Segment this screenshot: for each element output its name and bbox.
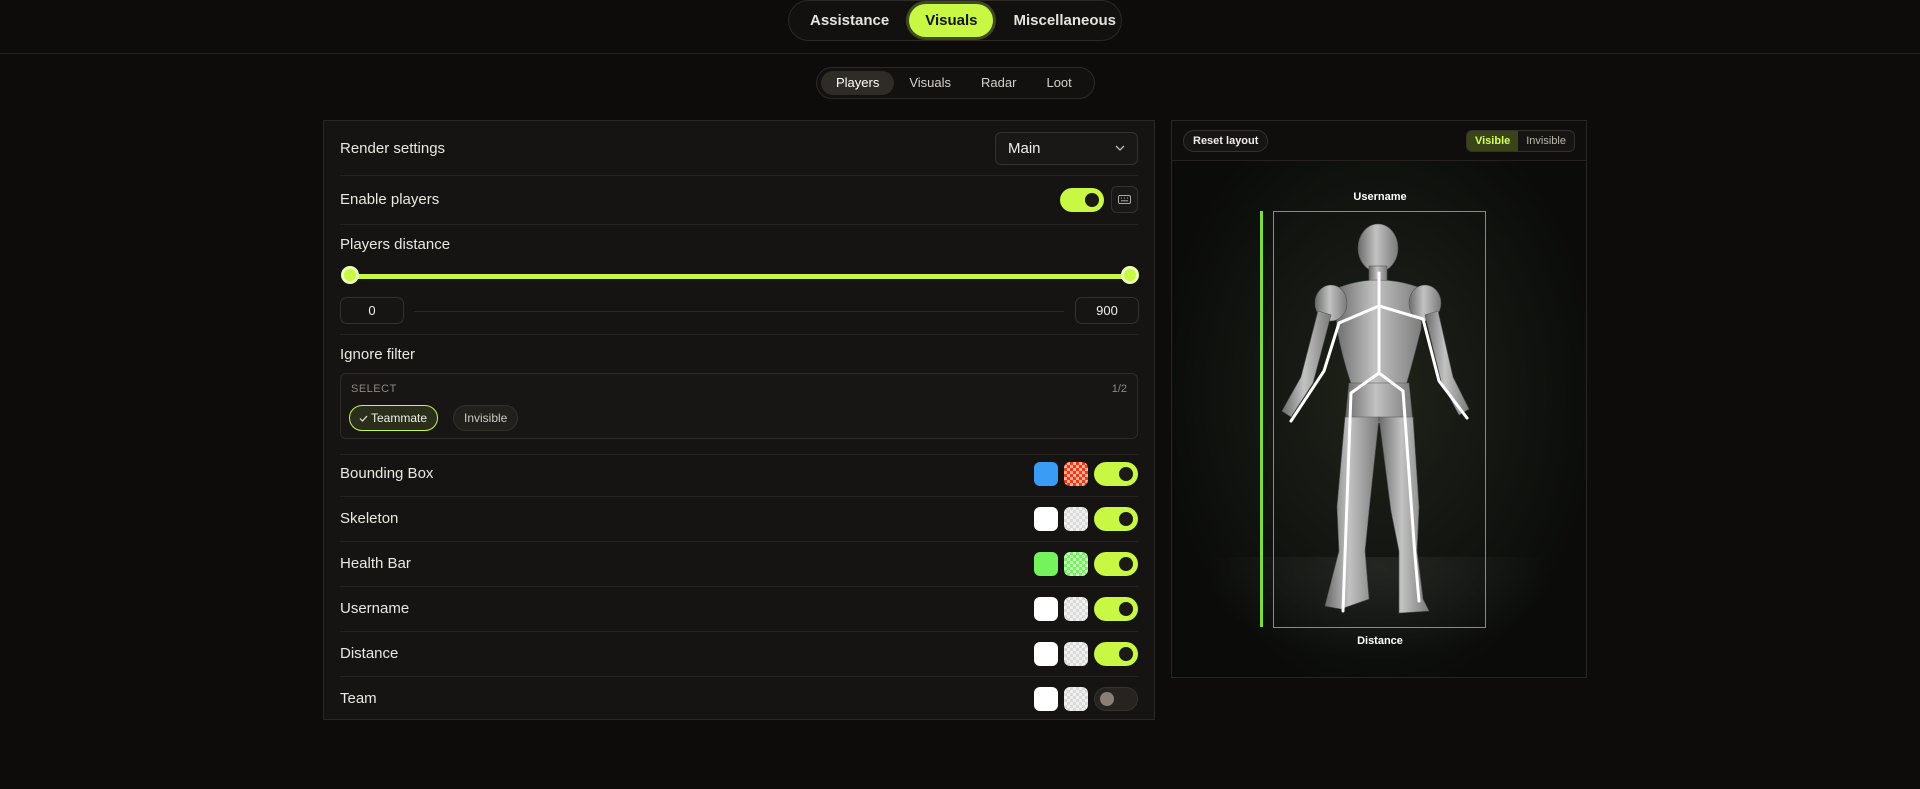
tab-visuals[interactable]: Visuals [909, 4, 994, 37]
check-icon [359, 415, 368, 422]
settings-panel: Render settings Main Enable players Play… [323, 120, 1155, 720]
subtab-players[interactable]: Players [821, 71, 895, 95]
distance-label: Distance [340, 645, 399, 662]
toggle-knob [1100, 691, 1114, 706]
header-divider [0, 53, 1920, 54]
tab-miscellaneous[interactable]: Miscellaneous [996, 4, 1133, 37]
health-bar-row: Health Bar [340, 541, 1138, 587]
visible-option[interactable]: Visible [1466, 131, 1519, 151]
distance-toggle[interactable] [1094, 641, 1138, 666]
health-bar-visible-color-swatch[interactable] [1034, 551, 1058, 576]
subtab-loot[interactable]: Loot [1031, 71, 1086, 95]
health-bar-label: Health Bar [340, 555, 411, 572]
preview-distance-label[interactable]: Distance [1172, 635, 1586, 647]
chip-invisible[interactable]: Invisible [453, 405, 519, 431]
team-label: Team [340, 690, 377, 707]
invisible-option[interactable]: Invisible [1518, 131, 1574, 151]
subtab-visuals[interactable]: Visuals [894, 71, 966, 95]
bounding-box-controls [1034, 461, 1138, 486]
team-invisible-color-swatch[interactable] [1064, 686, 1088, 711]
distance-controls [1034, 641, 1138, 666]
ignore-filter-select[interactable]: SELECT 1/2 Teammate Invisible [340, 373, 1138, 439]
skeleton-row: Skeleton [340, 496, 1138, 542]
esp-preview-panel: Reset layout Visible Invisible Username [1171, 120, 1587, 678]
distance-max-input[interactable]: 900 [1075, 297, 1139, 324]
toggle-knob [1119, 511, 1133, 526]
chip-teammate-label: Teammate [371, 411, 428, 425]
main-tab-bar: Assistance Visuals Miscellaneous [788, 0, 1122, 41]
skeleton-controls [1034, 506, 1138, 531]
username-row: Username [340, 586, 1138, 632]
chip-teammate[interactable]: Teammate [349, 405, 439, 431]
skeleton-label: Skeleton [340, 510, 399, 527]
preview-username-label[interactable]: Username [1172, 191, 1586, 203]
bounding-box-toggle[interactable] [1094, 461, 1138, 486]
skeleton-visible-color-swatch[interactable] [1034, 506, 1058, 531]
enable-players-controls [1060, 186, 1138, 213]
subtab-radar[interactable]: Radar [966, 71, 1031, 95]
toggle-knob [1119, 556, 1133, 571]
render-settings-value: Main [1008, 139, 1041, 157]
chevron-down-icon [1115, 145, 1125, 151]
filter-select-heading: SELECT [351, 383, 397, 395]
enable-players-label: Enable players [340, 191, 440, 208]
username-controls [1034, 596, 1138, 621]
distance-slider-track[interactable] [348, 274, 1130, 279]
distance-slider-max-handle[interactable] [1121, 266, 1139, 284]
player-model-figure [1281, 223, 1470, 614]
keyboard-icon [1118, 195, 1131, 204]
enable-players-row: Enable players [340, 175, 1138, 225]
distance-range-line [414, 311, 1064, 312]
render-settings-select[interactable]: Main [995, 131, 1138, 165]
enable-players-toggle[interactable] [1060, 187, 1104, 212]
toggle-knob [1085, 192, 1099, 207]
players-distance-label: Players distance [340, 236, 451, 253]
render-settings-row: Render settings Main [340, 121, 1138, 176]
skeleton-toggle[interactable] [1094, 506, 1138, 531]
ignore-filter-label: Ignore filter [340, 346, 416, 363]
distance-visible-color-swatch[interactable] [1034, 641, 1058, 666]
team-toggle[interactable] [1094, 686, 1138, 711]
distance-invisible-color-swatch[interactable] [1064, 641, 1088, 666]
tab-assistance[interactable]: Assistance [793, 4, 906, 37]
team-row: Team [340, 676, 1138, 721]
health-bar-toggle[interactable] [1094, 551, 1138, 576]
team-visible-color-swatch[interactable] [1034, 686, 1058, 711]
skeleton-invisible-color-swatch[interactable] [1064, 506, 1088, 531]
distance-slider-min-handle[interactable] [341, 266, 359, 284]
visibility-toggle: Visible Invisible [1465, 130, 1575, 152]
username-toggle[interactable] [1094, 596, 1138, 621]
username-visible-color-swatch[interactable] [1034, 596, 1058, 621]
reset-layout-button[interactable]: Reset layout [1183, 130, 1269, 152]
team-controls [1034, 686, 1138, 711]
toggle-knob [1119, 466, 1133, 481]
bounding-box-visible-color-swatch[interactable] [1034, 461, 1058, 486]
username-label: Username [340, 600, 410, 617]
players-distance-row: Players distance [340, 224, 1138, 335]
bounding-box-invisible-color-swatch[interactable] [1064, 461, 1088, 486]
health-bar-controls [1034, 551, 1138, 576]
health-bar-invisible-color-swatch[interactable] [1064, 551, 1088, 576]
keybind-button[interactable] [1111, 186, 1138, 213]
bounding-box-label: Bounding Box [340, 465, 434, 482]
distance-min-input[interactable]: 0 [340, 297, 404, 324]
toggle-knob [1119, 601, 1133, 616]
bounding-box-row: Bounding Box [340, 451, 1138, 497]
username-invisible-color-swatch[interactable] [1064, 596, 1088, 621]
sub-tab-bar: Players Visuals Radar Loot [816, 67, 1095, 99]
render-settings-label: Render settings [340, 139, 446, 157]
preview-header: Reset layout Visible Invisible [1172, 121, 1586, 161]
toggle-knob [1119, 646, 1133, 661]
distance-row: Distance [340, 631, 1138, 677]
filter-count: 1/2 [1111, 383, 1127, 395]
preview-health-bar[interactable] [1260, 211, 1263, 627]
